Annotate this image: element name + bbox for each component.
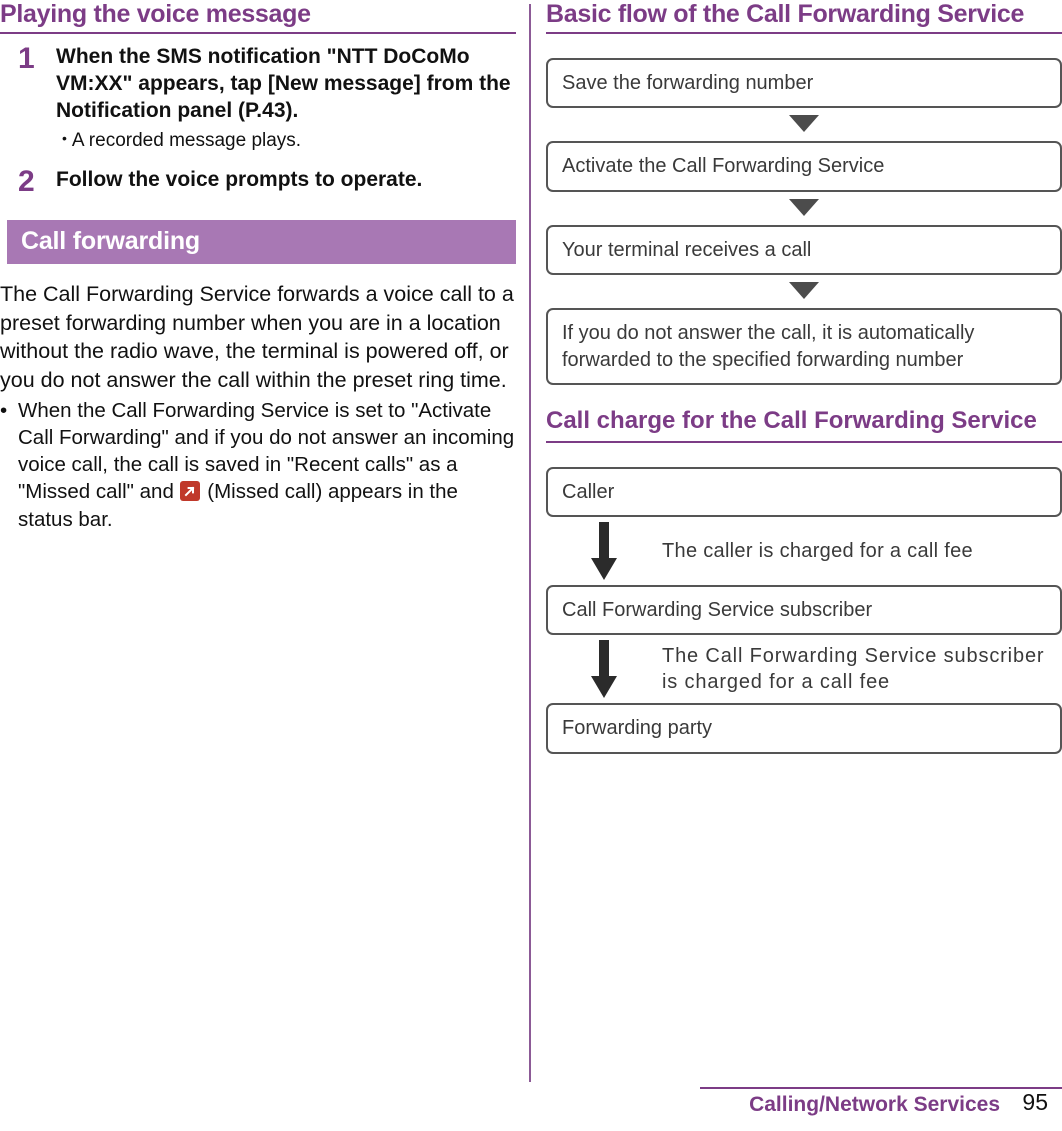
step-1: 1 When the SMS notification "NTT DoCoMo …: [0, 42, 516, 154]
charge-note-row-2: The Call Forwarding Service subscriber i…: [546, 635, 1062, 703]
step-2-title: Follow the voice prompts to operate.: [56, 168, 423, 192]
charge-box-subscriber: Call Forwarding Service subscriber: [546, 584, 1062, 636]
step-1-number: 1: [18, 42, 35, 75]
charge-note-row-1: The caller is charged for a call fee: [546, 517, 1062, 585]
flow-step-1: Save the forwarding number: [546, 58, 1062, 109]
charge-note-2: The Call Forwarding Service subscriber i…: [662, 645, 1045, 694]
flow-step-2: Activate the Call Forwarding Service: [546, 141, 1062, 192]
charge-box-caller: Caller: [546, 466, 1062, 517]
step-1-note-text: A recorded message plays.: [71, 129, 302, 151]
flow-arrow-down-icon: [546, 275, 1062, 308]
step-1-note: • A recorded message plays.: [56, 129, 516, 154]
missed-call-icon: [179, 481, 200, 502]
column-divider: [529, 4, 531, 1082]
title-rule: [0, 32, 516, 34]
flow-arrow-down-icon: [546, 192, 1062, 225]
flow-step-4: If you do not answer the call, it is aut…: [546, 308, 1062, 385]
thick-arrow-down-icon: [546, 521, 662, 580]
flow-step-3: Your terminal receives a call: [546, 224, 1062, 276]
charge-note-1: The caller is charged for a call fee: [662, 539, 973, 562]
step-2: 2 Follow the voice prompts to operate.: [0, 165, 516, 198]
footer-section-title: Calling/Network Services: [749, 1093, 1000, 1116]
step-2-number: 2: [18, 165, 35, 199]
section-band-call-forwarding: Call forwarding: [0, 220, 516, 265]
call-charge-title: Call charge for the Call Forwarding Serv…: [546, 406, 1037, 434]
bullet-dot-icon: •: [62, 129, 67, 146]
manual-page: Playing the voice message 1 When the SMS…: [0, 0, 1062, 1131]
right-column: Basic flow of the Call Forwarding Servic…: [546, 0, 1062, 754]
step-1-title: When the SMS notification "NTT DoCoMo VM…: [56, 45, 511, 122]
call-charge-rule: [546, 440, 1062, 443]
footer-rule: [700, 1087, 1062, 1089]
call-forwarding-note: • When the Call Forwarding Service is se…: [0, 397, 516, 533]
page-footer: Calling/Network Services 95: [0, 1087, 1062, 1131]
flow-arrow-down-icon: [546, 108, 1062, 141]
basic-flow-rule: [546, 32, 1062, 34]
page-title: Playing the voice message: [0, 0, 311, 28]
call-forwarding-description: The Call Forwarding Service forwards a v…: [0, 282, 514, 392]
basic-flow-title: Basic flow of the Call Forwarding Servic…: [546, 0, 1025, 28]
left-column: Playing the voice message 1 When the SMS…: [0, 0, 516, 533]
charge-box-forwarding-party: Forwarding party: [546, 703, 1062, 754]
thick-arrow-down-icon: [546, 640, 662, 699]
bullet-dot-icon: •: [0, 398, 8, 422]
page-number: 95: [1022, 1089, 1048, 1115]
